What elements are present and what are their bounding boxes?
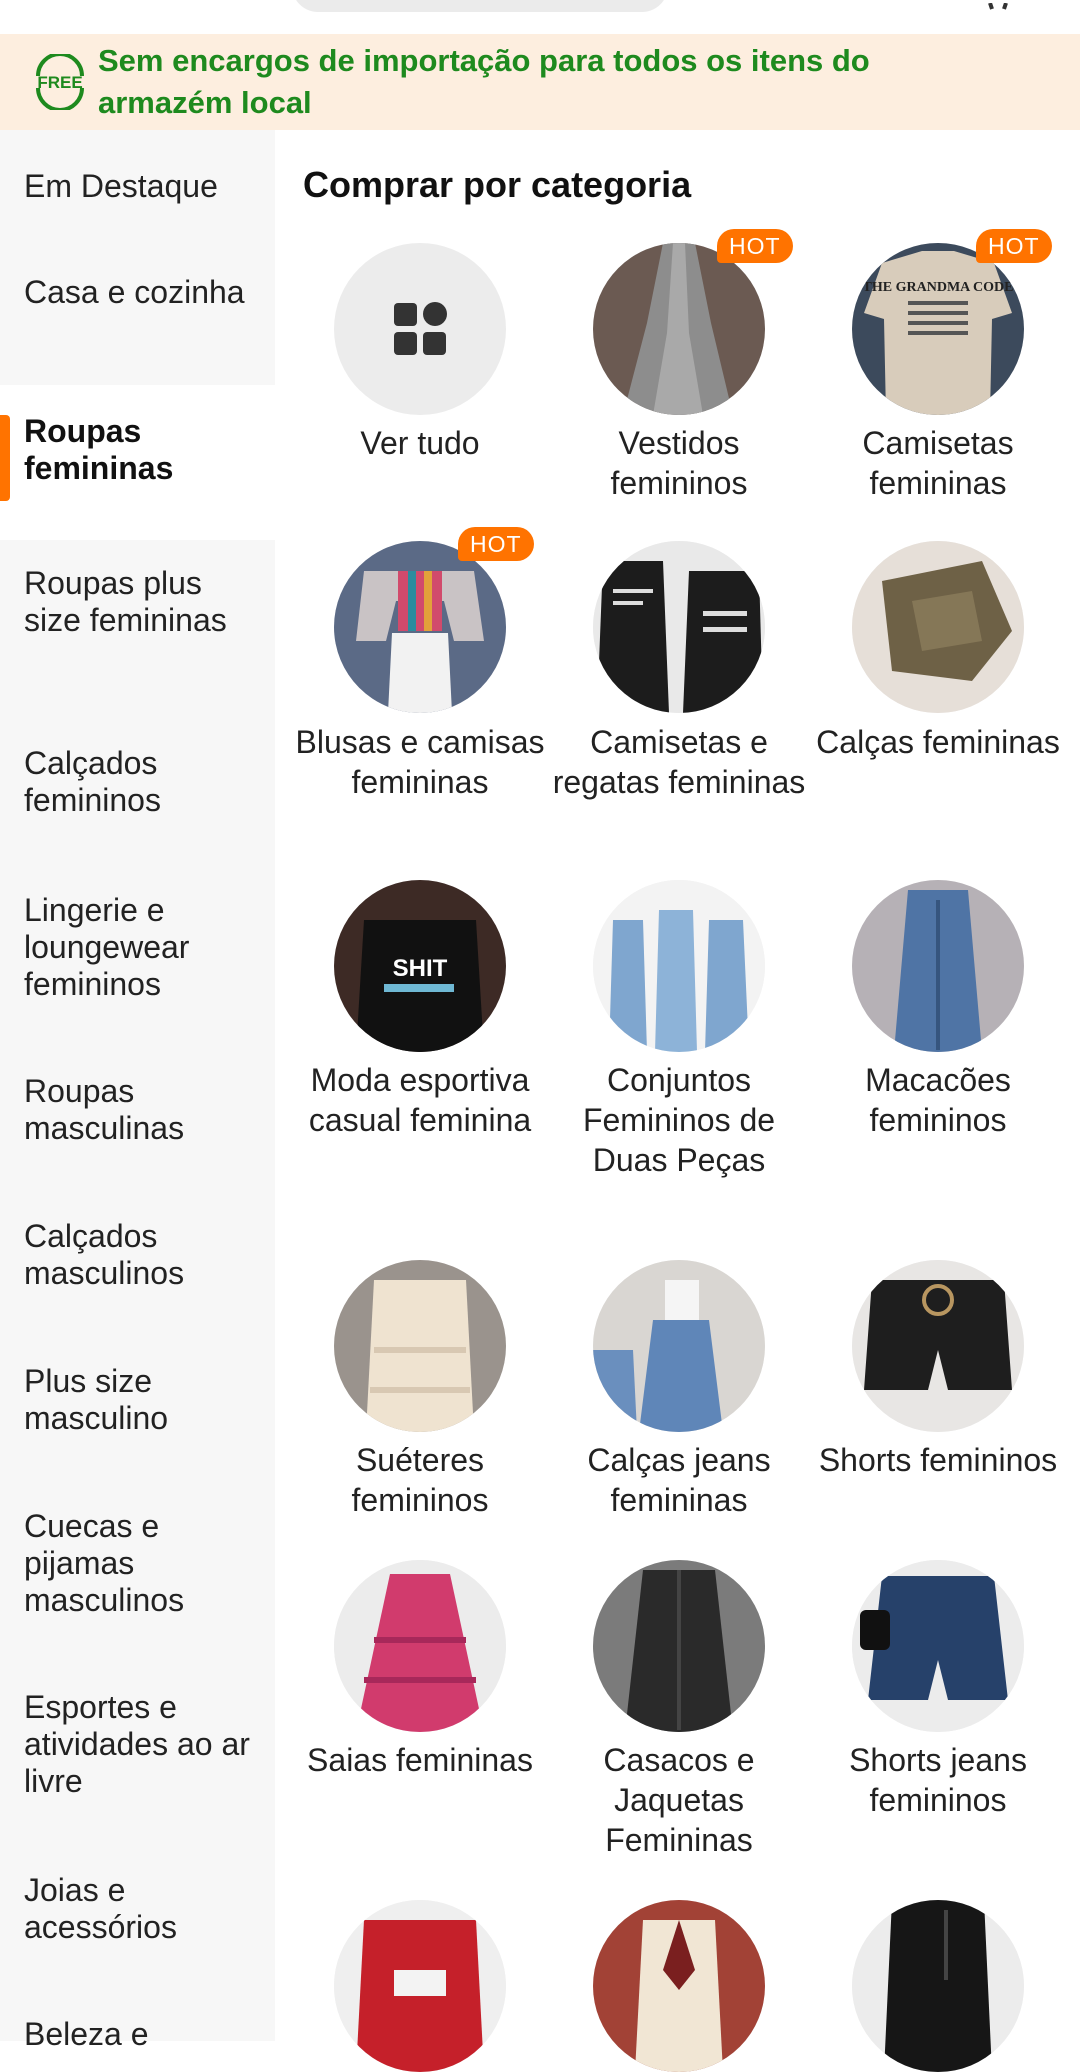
category-label[interactable]: Shorts femininos	[808, 1440, 1068, 1480]
sidebar-item-esportes[interactable]: Esportes e atividades ao ar livre	[0, 1689, 275, 1800]
category-label[interactable]: Camisetas e regatas femininas	[549, 722, 809, 802]
coat-image	[593, 1560, 765, 1732]
pants-image	[852, 541, 1024, 713]
free-badge-text: FREE	[37, 73, 82, 92]
dress-image	[593, 243, 765, 415]
category-tile-calcas-jeans[interactable]	[593, 1260, 765, 1432]
banner-message: Sem encargos de importação para todos os…	[98, 43, 870, 120]
sidebar-item-label: Lingerie e loungewear femininos	[24, 892, 190, 1002]
category-tile-blusas[interactable]	[334, 541, 506, 713]
page-title: Comprar por categoria	[303, 164, 692, 205]
search-bar[interactable]	[292, 0, 668, 12]
blouse-image	[334, 541, 506, 713]
leggings-image	[852, 1900, 1024, 2072]
hoodie-image	[334, 1900, 506, 2072]
category-tile-moletom[interactable]	[334, 1900, 506, 2072]
sidebar-item-roupas-masculinas[interactable]: Roupas masculinas	[0, 1073, 275, 1147]
sidebar-item-beleza[interactable]: Beleza e	[0, 2016, 275, 2053]
category-label[interactable]: Suéteres femininos	[290, 1440, 550, 1520]
category-label[interactable]: Conjuntos Femininos de Duas Peças	[549, 1060, 809, 1180]
category-tile-ver-tudo[interactable]	[334, 243, 506, 415]
suit-image	[593, 1900, 765, 2072]
category-tile-calcas[interactable]	[852, 541, 1024, 713]
sidebar-item-label: Beleza e	[24, 2016, 149, 2052]
denim-shorts-image	[852, 1560, 1024, 1732]
category-tile-macacoes[interactable]	[852, 880, 1024, 1052]
sidebar-item-label: Joias e acessórios	[24, 1872, 177, 1945]
category-label[interactable]: Shorts jeans femininos	[808, 1740, 1068, 1820]
sweater-image	[334, 1260, 506, 1432]
camera-icon[interactable]	[972, 0, 1022, 10]
active-indicator	[0, 415, 10, 501]
category-label[interactable]: Calças jeans femininas	[549, 1440, 809, 1520]
sidebar-item-plus-size-masculino[interactable]: Plus size masculino	[0, 1363, 275, 1437]
tank-top-image	[593, 541, 765, 713]
category-tile-vestidos[interactable]	[593, 243, 765, 415]
sidebar-item-cuecas-pijamas[interactable]: Cuecas e pijamas masculinos	[0, 1508, 275, 1619]
shorts-image	[852, 1260, 1024, 1432]
sidebar-item-roupas-plus-size[interactable]: Roupas plus size femininas	[0, 565, 275, 639]
sidebar-item-label: Em Destaque	[24, 168, 218, 204]
sidebar-item-casa-cozinha[interactable]: Casa e cozinha	[0, 274, 275, 311]
category-tile-camisetas[interactable]: THE GRANDMA CODE	[852, 243, 1024, 415]
two-piece-set-image	[593, 880, 765, 1052]
tshirt-print-text: THE GRANDMA CODE	[863, 280, 1014, 295]
top-bar	[0, 0, 1080, 34]
sidebar-item-label: Cuecas e pijamas masculinos	[24, 1508, 185, 1618]
category-tile-saias[interactable]	[334, 1560, 506, 1732]
hot-badge: HOT	[717, 229, 793, 263]
sidebar-item-roupas-femininas[interactable]: Roupas femininas	[0, 385, 275, 540]
tshirt-image: THE GRANDMA CODE	[852, 243, 1024, 415]
category-label[interactable]: Moda esportiva casual feminina	[290, 1060, 550, 1140]
jeans-image	[593, 1260, 765, 1432]
category-label[interactable]: Calças femininas	[808, 722, 1068, 762]
free-import-banner[interactable]: FREE Sem encargos de importação para tod…	[0, 34, 1080, 130]
category-label[interactable]: Macacões femininos	[808, 1060, 1068, 1140]
grid-icon	[394, 302, 447, 355]
category-tile-camisetas-regatas[interactable]	[593, 541, 765, 713]
free-shipping-icon: FREE	[30, 52, 90, 112]
sidebar-item-lingerie[interactable]: Lingerie e loungewear femininos	[0, 892, 275, 1003]
sportswear-image: SHIT	[334, 880, 506, 1052]
category-grid-panel: Comprar por categoria Ver tudo HOT Vesti…	[275, 130, 1080, 2072]
sidebar-item-label: Plus size masculino	[24, 1363, 169, 1436]
category-tile-conjunto-social[interactable]	[593, 1900, 765, 2072]
sidebar-item-joias[interactable]: Joias e acessórios	[0, 1872, 275, 1946]
hot-badge: HOT	[458, 527, 534, 561]
shirt-print-text: SHIT	[393, 955, 448, 982]
category-tile-conjuntos[interactable]	[593, 880, 765, 1052]
category-label[interactable]: Blusas e camisas femininas	[290, 722, 550, 802]
category-tile-casacos[interactable]	[593, 1560, 765, 1732]
jumpsuit-image	[852, 880, 1024, 1052]
category-sidebar: Em Destaque Casa e cozinha Roupas femini…	[0, 130, 275, 2052]
category-tile-moda-esportiva[interactable]: SHIT	[334, 880, 506, 1052]
hot-badge: HOT	[976, 229, 1052, 263]
sidebar-item-label: Roupas masculinas	[24, 1073, 185, 1146]
sidebar-item-label: Roupas femininas	[24, 413, 174, 486]
category-tile-leggings[interactable]	[852, 1900, 1024, 2072]
category-label[interactable]: Saias femininas	[290, 1740, 550, 1780]
sidebar-item-calcados-masculinos[interactable]: Calçados masculinos	[0, 1218, 275, 1292]
sidebar-item-label: Roupas plus size femininas	[24, 565, 227, 638]
category-label[interactable]: Camisetas femininas	[808, 423, 1068, 503]
sidebar-item-em-destaque[interactable]: Em Destaque	[0, 168, 275, 205]
category-tile-shorts[interactable]	[852, 1260, 1024, 1432]
category-label[interactable]: Casacos e Jaquetas Femininas	[549, 1740, 809, 1860]
sidebar-item-label: Calçados femininos	[24, 745, 161, 818]
sidebar-item-label: Esportes e atividades ao ar livre	[24, 1689, 250, 1799]
skirt-image	[334, 1560, 506, 1732]
category-tile-sueteres[interactable]	[334, 1260, 506, 1432]
sidebar-item-calcados-femininos[interactable]: Calçados femininos	[0, 745, 275, 819]
category-tile-shorts-jeans[interactable]	[852, 1560, 1024, 1732]
sidebar-item-label: Calçados masculinos	[24, 1218, 185, 1291]
category-label[interactable]: Vestidos femininos	[549, 423, 809, 503]
category-label[interactable]: Ver tudo	[290, 423, 550, 463]
sidebar-item-label: Casa e cozinha	[24, 274, 245, 310]
